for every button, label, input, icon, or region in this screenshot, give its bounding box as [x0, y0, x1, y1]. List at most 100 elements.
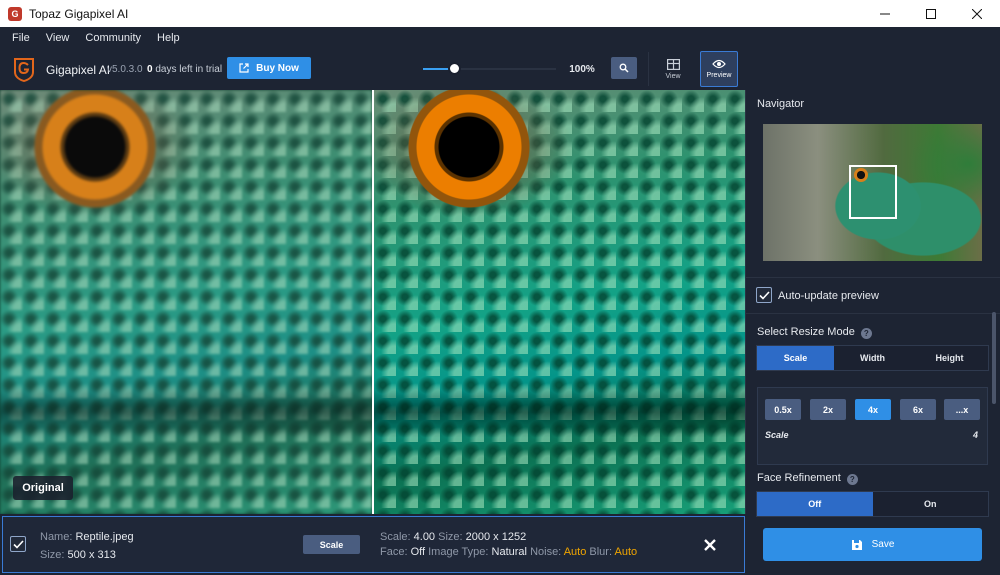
save-button[interactable]: Save	[763, 528, 982, 561]
version-label: v5.0.3.0	[107, 64, 143, 75]
preview-label: Preview	[706, 72, 732, 79]
enhanced-image-pane[interactable]	[374, 90, 745, 514]
resize-mode-height[interactable]: Height	[911, 346, 988, 370]
section-divider	[746, 277, 1000, 278]
scale-factor: 4.00	[413, 531, 436, 543]
close-icon	[704, 539, 716, 551]
checkmark-icon	[758, 290, 770, 300]
noise-label: Noise:	[530, 546, 562, 558]
auto-update-checkbox[interactable]	[756, 287, 772, 303]
view-button[interactable]: View	[655, 52, 691, 86]
output-size: 2000 x 1252	[465, 531, 527, 543]
image-name-row: Name: Reptile.jpeg	[40, 531, 134, 543]
toolbar: Gigapixel AI v5.0.3.0 0 days left in tri…	[0, 48, 1000, 90]
scale-label: Scale	[765, 430, 789, 440]
maximize-icon	[926, 8, 936, 19]
face-refinement-on[interactable]: On	[872, 492, 988, 516]
help-icon[interactable]: ?	[860, 328, 872, 339]
scale-option-4x[interactable]: 4x	[855, 399, 891, 420]
face-refinement-off[interactable]: Off	[757, 492, 873, 516]
scale-option-custom[interactable]: ...x	[944, 399, 980, 420]
reptile-image-enhanced	[374, 90, 745, 514]
save-label: Save	[871, 539, 895, 550]
original-tag: Original	[13, 476, 73, 500]
scale-option-0-5x[interactable]: 0.5x	[765, 399, 801, 420]
scale-factor-label: Scale:	[380, 531, 411, 543]
scale-option-2x[interactable]: 2x	[810, 399, 846, 420]
window-title: Topaz Gigapixel AI	[29, 6, 129, 21]
minimize-button[interactable]	[862, 0, 908, 27]
trial-text: days left in trial	[155, 64, 223, 75]
resize-mode-scale[interactable]: Scale	[757, 346, 834, 370]
scale-mode-chip[interactable]: Scale	[303, 535, 360, 554]
buy-now-button[interactable]: Buy Now	[227, 57, 311, 79]
zoom-level[interactable]: 100%	[557, 58, 607, 80]
image-select-checkbox[interactable]	[10, 536, 26, 552]
comparison-divider[interactable]	[372, 90, 374, 514]
zoom-slider-track[interactable]	[460, 68, 556, 70]
auto-update-label: Auto-update preview	[778, 290, 879, 302]
image-info-card[interactable]	[2, 516, 745, 573]
minimize-icon	[880, 13, 890, 14]
view-label: View	[665, 72, 681, 80]
help-icon[interactable]: ?	[846, 474, 858, 485]
name-label: Name:	[40, 531, 73, 543]
panel-border	[745, 90, 746, 514]
close-window-button[interactable]	[954, 0, 1000, 27]
face-label: Face:	[380, 546, 408, 558]
noise-value: Auto	[563, 546, 587, 558]
brand-name: Gigapixel AI	[46, 63, 111, 77]
menu-view[interactable]: View	[38, 32, 78, 44]
split-view-icon	[666, 58, 680, 70]
toolbar-divider	[648, 52, 649, 86]
scale-value: 4	[972, 430, 978, 440]
size-label: Size:	[40, 549, 65, 561]
remove-image-button[interactable]	[701, 536, 719, 554]
zoom-slider-handle[interactable]	[448, 62, 461, 75]
panel-scrollbar[interactable]	[992, 312, 996, 404]
window-controls	[862, 0, 1000, 27]
face-value: Off	[410, 546, 426, 558]
blur-value: Auto	[614, 546, 638, 558]
trial-status: 0 days left in trial	[147, 64, 222, 75]
navigator-title: Navigator	[757, 98, 805, 110]
eye-icon	[712, 59, 726, 69]
title-bar: G Topaz Gigapixel AI	[0, 0, 1000, 27]
output-size-label: Size:	[438, 531, 463, 543]
external-link-icon	[239, 63, 249, 73]
buy-now-label: Buy Now	[256, 62, 299, 74]
image-type-label: Image Type:	[428, 546, 489, 558]
reptile-image-original	[0, 90, 372, 514]
menu-community[interactable]: Community	[77, 32, 149, 44]
face-refinement-title-text: Face Refinement	[757, 472, 841, 484]
output-scale-row: Scale: 4.00 Size: 2000 x 1252	[380, 531, 526, 543]
image-preview-area[interactable]: Original	[0, 90, 745, 514]
blur-label: Blur:	[589, 546, 613, 558]
menu-file[interactable]: File	[4, 32, 38, 44]
gigapixel-logo-icon	[14, 58, 34, 82]
preview-button[interactable]: Preview	[700, 51, 738, 87]
image-size-row: Size: 500 x 313	[40, 549, 116, 561]
trial-days: 0	[147, 64, 153, 75]
save-disk-icon	[851, 539, 862, 550]
face-refinement-title: Face Refinement?	[757, 472, 858, 485]
original-image-pane[interactable]	[0, 90, 372, 514]
resize-mode-title: Select Resize Mode?	[757, 326, 872, 339]
resize-mode-width[interactable]: Width	[834, 346, 911, 370]
close-icon	[972, 8, 982, 19]
magnifier-icon	[619, 63, 629, 73]
scale-option-6x[interactable]: 6x	[900, 399, 936, 420]
app-icon: G	[8, 6, 22, 21]
image-size: 500 x 313	[67, 549, 116, 561]
face-refinement-selector: Off On	[756, 491, 989, 517]
checkmark-icon	[12, 539, 24, 549]
maximize-button[interactable]	[908, 0, 954, 27]
menu-help[interactable]: Help	[149, 32, 188, 44]
resize-mode-title-text: Select Resize Mode	[757, 326, 855, 338]
zoom-button[interactable]	[611, 57, 637, 79]
output-settings-row: Face: Off Image Type: Natural Noise: Aut…	[380, 546, 637, 558]
image-type: Natural	[491, 546, 527, 558]
navigator-viewport[interactable]	[849, 165, 897, 219]
section-divider	[746, 313, 1000, 314]
resize-mode-selector: Scale Width Height	[756, 345, 989, 371]
